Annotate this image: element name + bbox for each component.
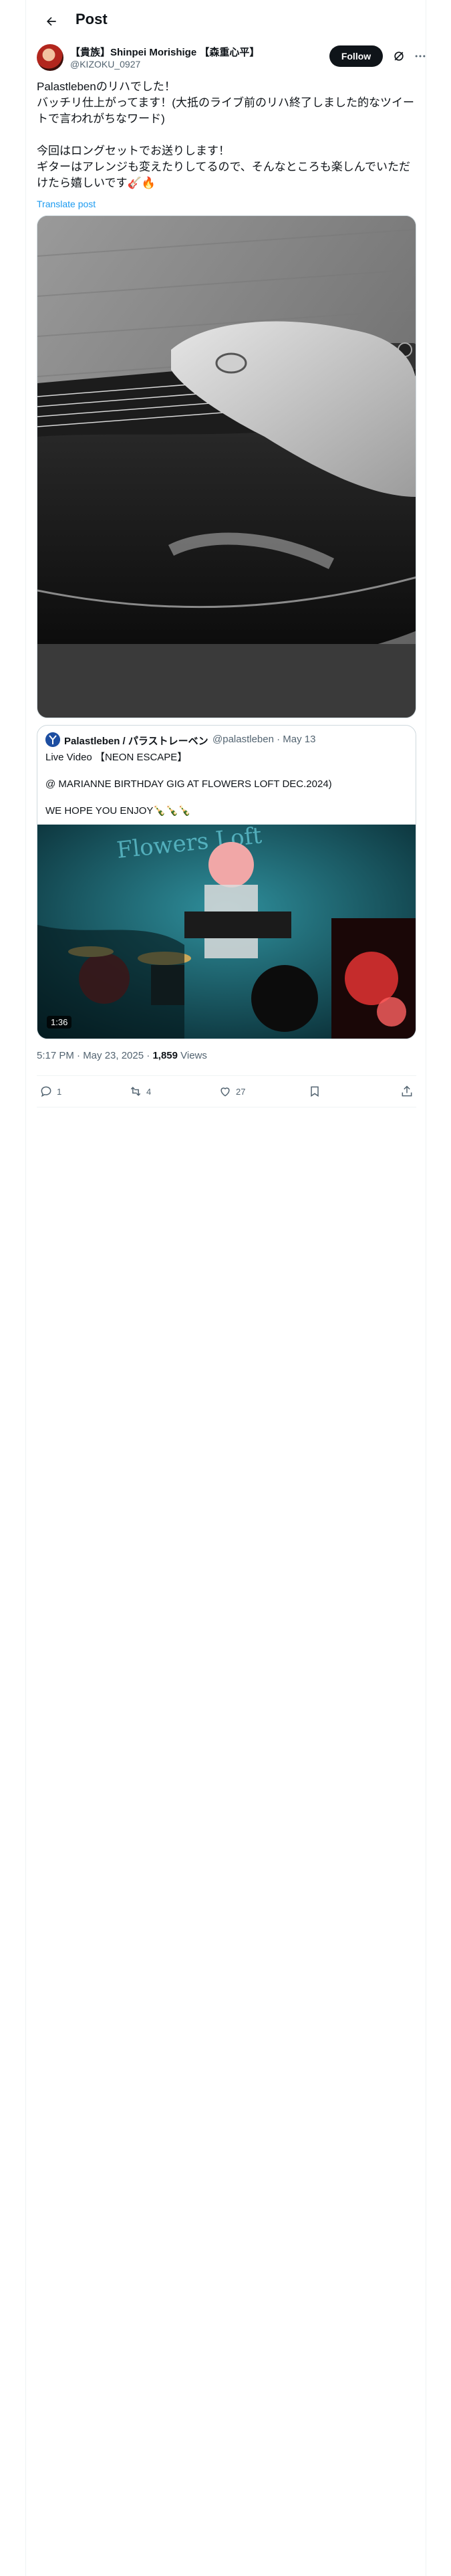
quoted-post[interactable]: Palastleben / パラストレーベン @palastleben · Ma… — [37, 725, 416, 1039]
post-line: ギターはアレンジも変えたりしてるので、そんなところも楽しんでいただ — [37, 160, 410, 173]
like-count: 27 — [236, 1086, 246, 1097]
author-handle[interactable]: @KIZOKU_0927 — [70, 59, 140, 70]
post-text: Palastlebenのリハでした！ バッチリ仕上がってます！(大抵のライブ前の… — [37, 79, 418, 191]
quote-text: Live Video 【NEON ESCAPE】 @ MARIANNE BIRT… — [45, 751, 406, 818]
grok-button[interactable] — [391, 48, 407, 64]
post-line: Palastlebenのリハでした！ — [37, 80, 176, 93]
quote-line — [45, 791, 406, 804]
views-label: Views — [177, 1050, 207, 1061]
quote-line: @ MARIANNE BIRTHDAY GIG AT FLOWERS LOFT … — [45, 778, 332, 790]
share-icon — [402, 1085, 412, 1097]
repost-count: 4 — [146, 1086, 152, 1097]
like-icon — [220, 1087, 230, 1097]
repost-button[interactable]: 4 — [129, 1083, 151, 1099]
back-button[interactable] — [39, 9, 63, 33]
repost-icon — [130, 1087, 141, 1096]
post-photo[interactable] — [37, 215, 416, 718]
share-button[interactable] — [400, 1083, 414, 1099]
reply-icon — [41, 1086, 51, 1097]
post-line: バッチリ仕上がってます！(大抵のライブ前のリハ終了しました的なツイー — [37, 96, 414, 109]
quote-avatar[interactable] — [45, 732, 60, 747]
author-name[interactable]: 【貴族】Shinpei Morishige 【森重心平】 — [70, 45, 259, 59]
quote-author-handle[interactable]: @palastleben · May 13 — [212, 734, 315, 745]
quote-line — [45, 764, 406, 778]
like-button[interactable]: 27 — [218, 1083, 245, 1099]
bookmark-icon — [311, 1086, 319, 1097]
translate-link[interactable]: Translate post — [37, 199, 96, 209]
post-line: 今回はロングセットでお送りします！ — [37, 144, 230, 157]
page-title: Post — [76, 11, 108, 27]
more-icon — [415, 55, 426, 58]
divider — [37, 1075, 416, 1076]
reply-count: 1 — [57, 1086, 62, 1097]
avatar[interactable] — [37, 44, 63, 71]
quote-line: WE HOPE YOU ENJOY🍾🍾🍾 — [45, 805, 191, 817]
post-meta: 5:17 PM · May 23, 2025 · 1,859 Views — [37, 1050, 207, 1061]
back-arrow-icon — [46, 17, 56, 26]
guitar-photo — [37, 216, 416, 718]
video-thumbnail: Flowers Loft — [37, 825, 416, 1039]
grok-icon — [394, 51, 404, 61]
quote-video[interactable]: Flowers Loft 1:36 — [37, 825, 416, 1039]
more-button[interactable] — [412, 48, 428, 64]
follow-button[interactable]: Follow — [329, 45, 383, 67]
quote-author-name[interactable]: Palastleben / パラストレーベン — [64, 734, 208, 748]
quote-line: Live Video 【NEON ESCAPE】 — [45, 752, 188, 763]
views-count: 1,859 — [152, 1050, 178, 1061]
post-line: けたら嬉しいです🎸🔥 — [37, 177, 156, 189]
post-timestamp[interactable]: 5:17 PM · May 23, 2025 — [37, 1050, 144, 1061]
reply-button[interactable]: 1 — [39, 1083, 61, 1099]
post-line: トで言われがちなワード) — [37, 112, 165, 125]
video-duration: 1:36 — [47, 1016, 72, 1029]
post-line — [37, 127, 418, 143]
bookmark-button[interactable] — [308, 1083, 321, 1099]
main-column: Post 【貴族】Shinpei Morishige 【森重心平】 @KIZOK… — [25, 0, 426, 2576]
